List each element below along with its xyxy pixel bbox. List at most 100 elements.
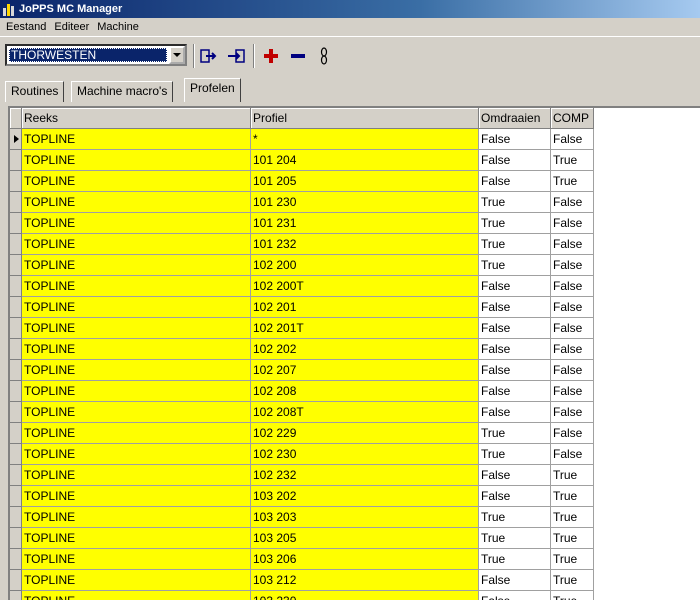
cell-omdraaien[interactable]: False — [479, 486, 551, 507]
row-indicator[interactable] — [10, 255, 22, 276]
row-indicator[interactable] — [10, 402, 22, 423]
table-row[interactable]: TOPLINE 103 203 True True — [10, 507, 600, 528]
table-row[interactable]: TOPLINE 101 205 False True — [10, 171, 600, 192]
cell-omdraaien[interactable]: False — [479, 360, 551, 381]
cell-omdraaien[interactable]: False — [479, 129, 551, 150]
link-button[interactable] — [313, 45, 335, 67]
cell-omdraaien[interactable]: True — [479, 444, 551, 465]
cell-profiel[interactable]: 102 201 — [251, 297, 479, 318]
cell-comp[interactable]: False — [551, 444, 594, 465]
cell-reeks[interactable]: TOPLINE — [22, 234, 251, 255]
cell-profiel[interactable]: 102 230 — [251, 444, 479, 465]
cell-reeks[interactable]: TOPLINE — [22, 465, 251, 486]
table-row[interactable]: TOPLINE * False False — [10, 129, 600, 150]
cell-comp[interactable]: False — [551, 381, 594, 402]
cell-profiel[interactable]: 101 204 — [251, 150, 479, 171]
cell-omdraaien[interactable]: True — [479, 234, 551, 255]
tab-machine-macros[interactable]: Machine macro's — [71, 81, 174, 102]
cell-profiel[interactable]: 102 208 — [251, 381, 479, 402]
import-button[interactable] — [225, 45, 247, 67]
cell-profiel[interactable]: 103 205 — [251, 528, 479, 549]
row-indicator[interactable] — [10, 570, 22, 591]
cell-profiel[interactable]: 102 208T — [251, 402, 479, 423]
table-row[interactable]: TOPLINE 102 200 True False — [10, 255, 600, 276]
cell-comp[interactable]: False — [551, 297, 594, 318]
cell-omdraaien[interactable]: False — [479, 171, 551, 192]
table-row[interactable]: TOPLINE 102 202 False False — [10, 339, 600, 360]
row-indicator[interactable] — [10, 339, 22, 360]
row-indicator[interactable] — [10, 591, 22, 600]
cell-reeks[interactable]: TOPLINE — [22, 171, 251, 192]
row-indicator[interactable] — [10, 213, 22, 234]
cell-omdraaien[interactable]: True — [479, 192, 551, 213]
chevron-down-icon[interactable] — [169, 46, 185, 64]
cell-profiel[interactable]: 101 232 — [251, 234, 479, 255]
cell-reeks[interactable]: TOPLINE — [22, 444, 251, 465]
table-row[interactable]: TOPLINE 102 232 False True — [10, 465, 600, 486]
cell-reeks[interactable]: TOPLINE — [22, 276, 251, 297]
cell-omdraaien[interactable]: False — [479, 318, 551, 339]
table-row[interactable]: TOPLINE 102 201T False False — [10, 318, 600, 339]
cell-profiel[interactable]: 101 231 — [251, 213, 479, 234]
column-header-omdraaien[interactable]: Omdraaien — [479, 108, 551, 129]
table-row[interactable]: TOPLINE 102 229 True False — [10, 423, 600, 444]
cell-reeks[interactable]: TOPLINE — [22, 402, 251, 423]
cell-reeks[interactable]: TOPLINE — [22, 381, 251, 402]
table-row[interactable]: TOPLINE 102 208T False False — [10, 402, 600, 423]
machine-select[interactable]: THORWESTEN — [5, 44, 187, 66]
cell-omdraaien[interactable]: True — [479, 528, 551, 549]
cell-comp[interactable]: False — [551, 213, 594, 234]
table-row[interactable]: TOPLINE 102 207 False False — [10, 360, 600, 381]
cell-comp[interactable]: False — [551, 339, 594, 360]
cell-comp[interactable]: False — [551, 234, 594, 255]
cell-comp[interactable]: True — [551, 591, 594, 600]
menu-machine[interactable]: Machine — [93, 21, 143, 33]
cell-reeks[interactable]: TOPLINE — [22, 423, 251, 444]
cell-comp[interactable]: False — [551, 423, 594, 444]
table-row[interactable]: TOPLINE 102 200T False False — [10, 276, 600, 297]
row-indicator[interactable] — [10, 528, 22, 549]
cell-reeks[interactable]: TOPLINE — [22, 339, 251, 360]
row-indicator[interactable] — [10, 129, 22, 150]
cell-comp[interactable]: False — [551, 318, 594, 339]
cell-profiel[interactable]: 102 202 — [251, 339, 479, 360]
cell-comp[interactable]: True — [551, 549, 594, 570]
cell-comp[interactable]: True — [551, 486, 594, 507]
table-row[interactable]: TOPLINE 101 231 True False — [10, 213, 600, 234]
row-indicator[interactable] — [10, 423, 22, 444]
tab-routines[interactable]: Routines — [5, 81, 65, 102]
cell-comp[interactable]: True — [551, 150, 594, 171]
cell-omdraaien[interactable]: True — [479, 255, 551, 276]
cell-omdraaien[interactable]: False — [479, 402, 551, 423]
cell-profiel[interactable]: 103 206 — [251, 549, 479, 570]
cell-comp[interactable]: False — [551, 360, 594, 381]
add-button[interactable] — [260, 45, 282, 67]
cell-comp[interactable]: False — [551, 255, 594, 276]
tab-profielen[interactable]: Profelen — [184, 78, 241, 102]
table-row[interactable]: TOPLINE 102 208 False False — [10, 381, 600, 402]
cell-reeks[interactable]: TOPLINE — [22, 150, 251, 171]
cell-profiel[interactable]: 102 207 — [251, 360, 479, 381]
row-indicator[interactable] — [10, 444, 22, 465]
cell-reeks[interactable]: TOPLINE — [22, 591, 251, 600]
table-row[interactable]: TOPLINE 102 201 False False — [10, 297, 600, 318]
cell-omdraaien[interactable]: True — [479, 213, 551, 234]
cell-omdraaien[interactable]: False — [479, 381, 551, 402]
cell-omdraaien[interactable]: False — [479, 150, 551, 171]
table-row[interactable]: TOPLINE 103 212 False True — [10, 570, 600, 591]
menu-editeer[interactable]: Editeer — [50, 21, 93, 33]
cell-comp[interactable]: False — [551, 402, 594, 423]
cell-reeks[interactable]: TOPLINE — [22, 192, 251, 213]
row-indicator[interactable] — [10, 381, 22, 402]
table-row[interactable]: TOPLINE103 230FalseTrue — [10, 591, 600, 600]
table-row[interactable]: TOPLINE 102 230 True False — [10, 444, 600, 465]
row-indicator[interactable] — [10, 549, 22, 570]
row-indicator[interactable] — [10, 297, 22, 318]
row-indicator[interactable] — [10, 192, 22, 213]
cell-profiel[interactable]: 101 205 — [251, 171, 479, 192]
cell-omdraaien[interactable]: False — [479, 297, 551, 318]
row-indicator[interactable] — [10, 234, 22, 255]
export-button[interactable] — [198, 45, 220, 67]
cell-profiel[interactable]: 102 200T — [251, 276, 479, 297]
cell-profiel[interactable]: 102 201T — [251, 318, 479, 339]
